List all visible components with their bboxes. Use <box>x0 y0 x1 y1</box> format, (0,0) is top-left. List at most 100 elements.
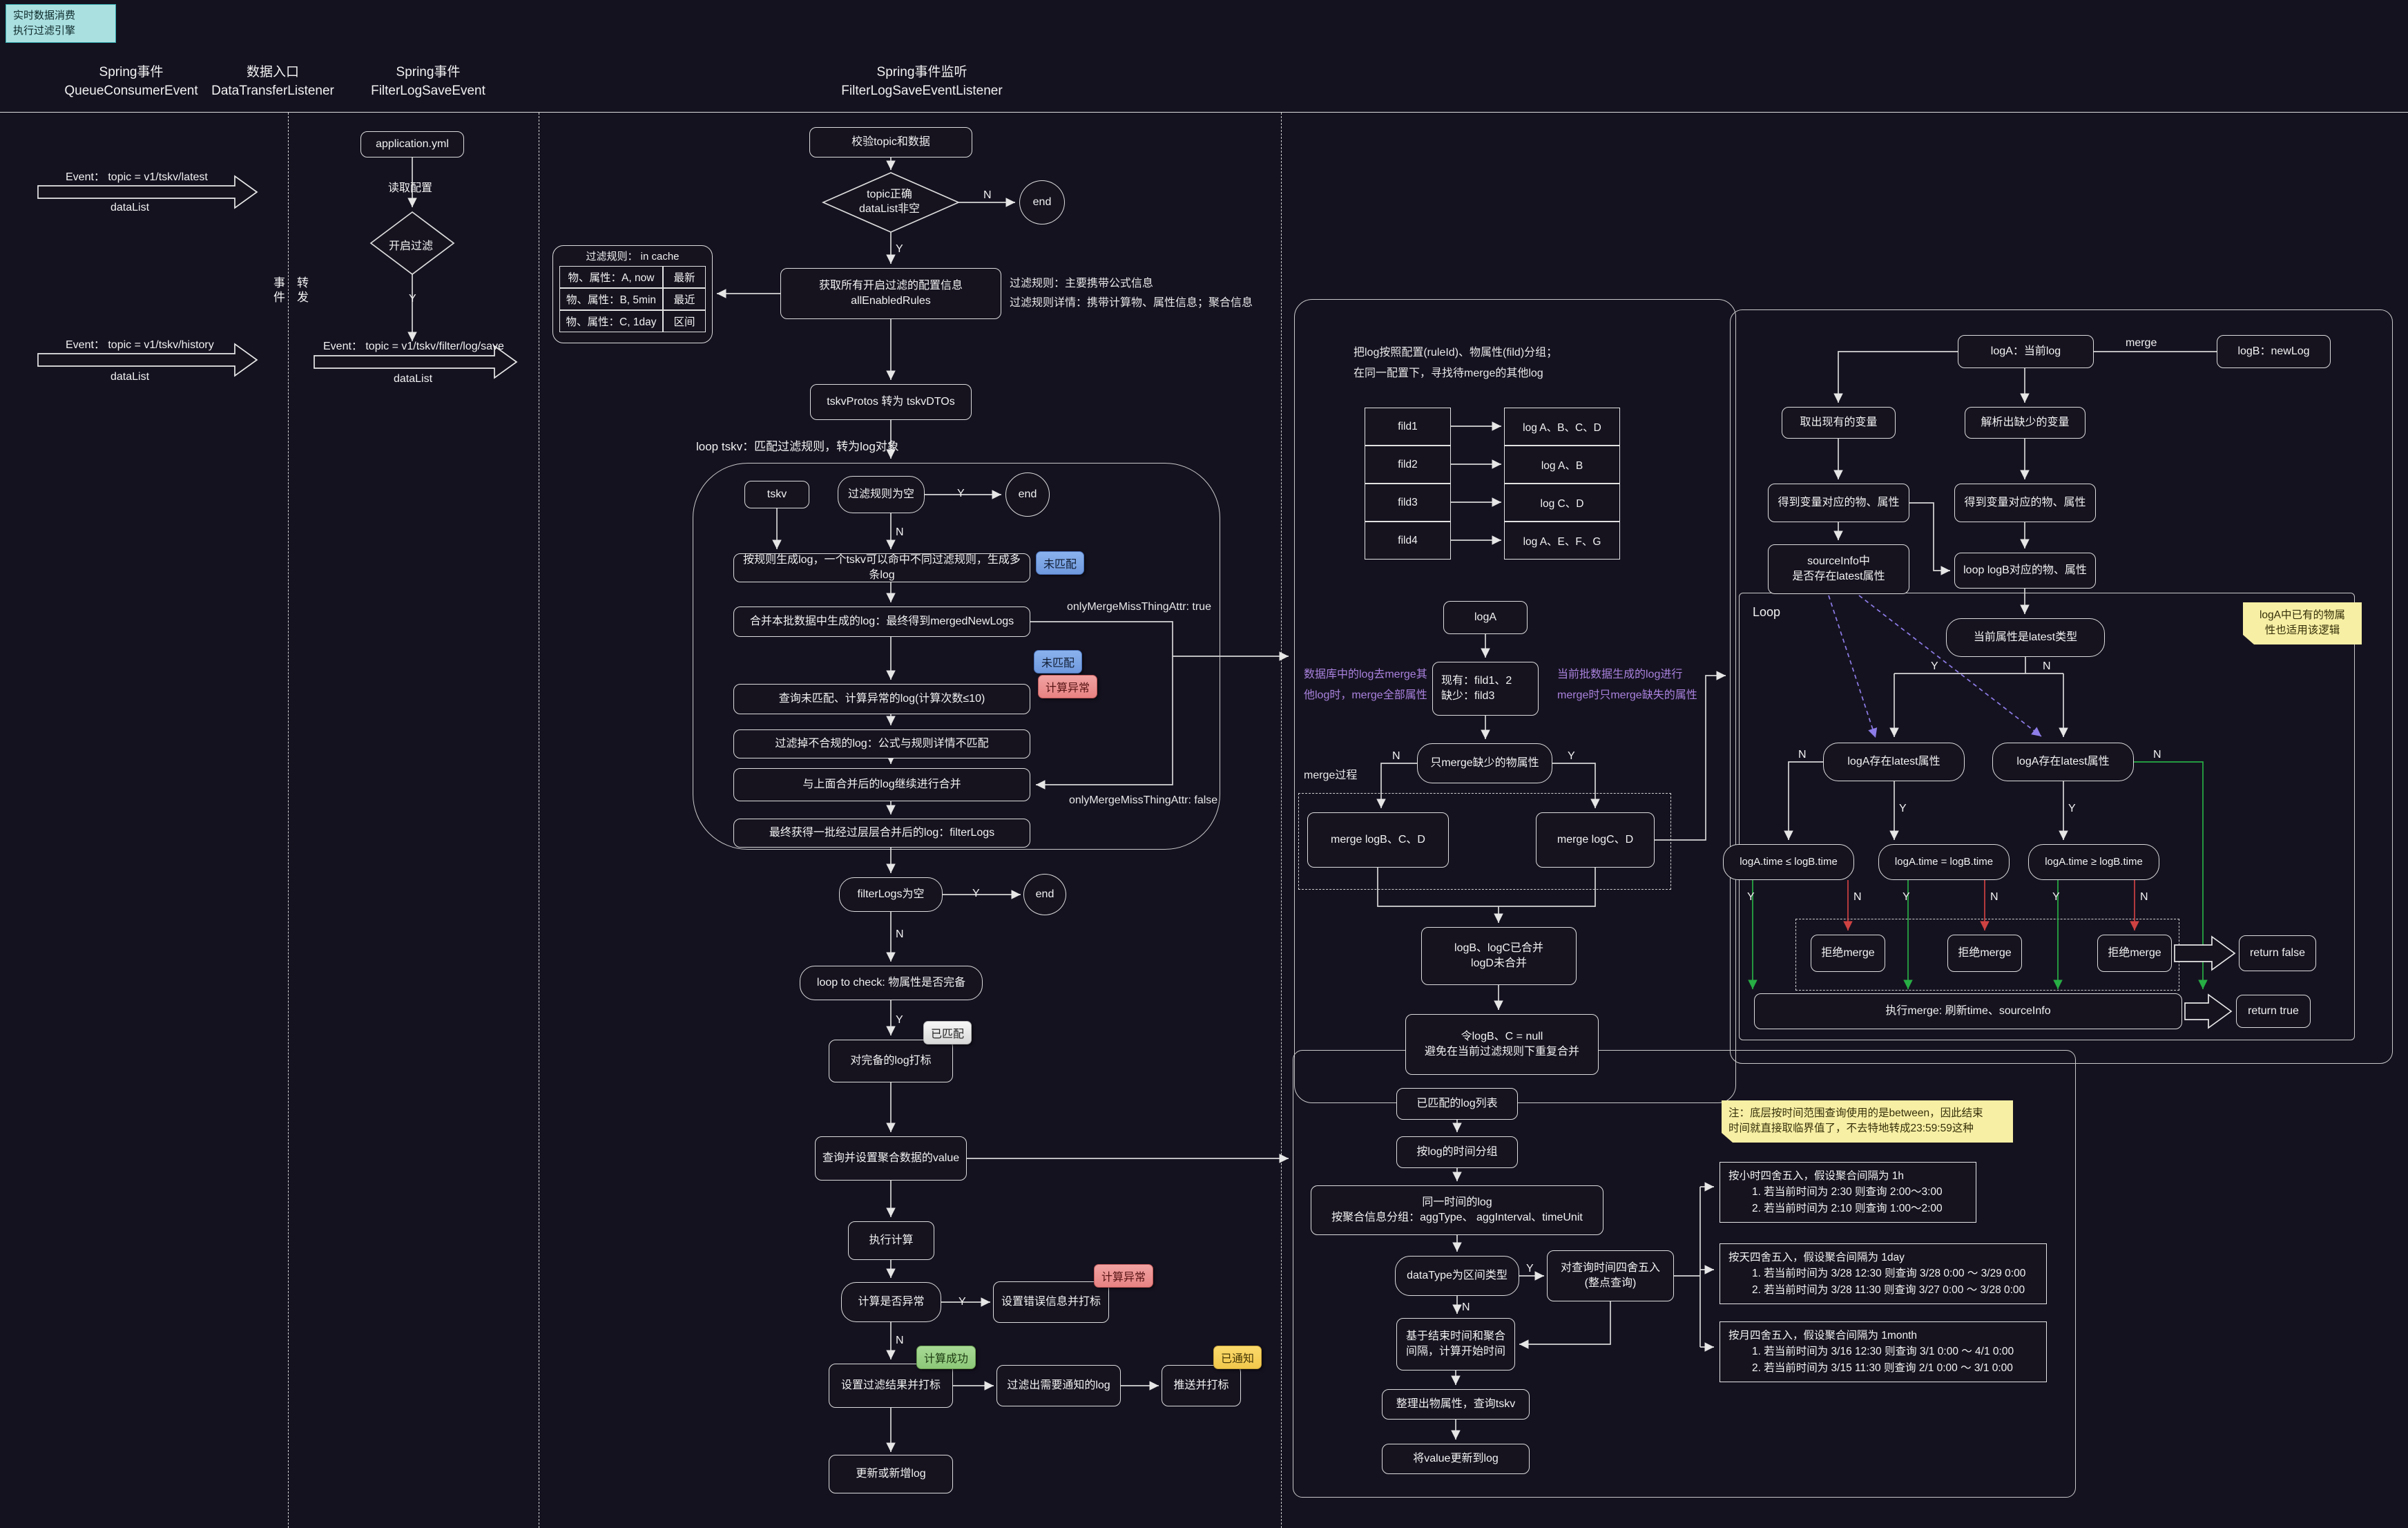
node-label: end <box>1036 887 1054 902</box>
cache-row-value: 最新 <box>663 266 706 288</box>
node-query-tskv: 整理出物属性，查询tskv <box>1382 1389 1530 1420</box>
node-label: loop logB对应的物、属性 <box>1963 563 2087 578</box>
node-line: allEnabledRules <box>851 294 931 309</box>
event-history-payload: dataList <box>110 371 149 383</box>
loop-merge-label: Loop <box>1753 605 1780 620</box>
node-update-value: 将value更新到log <box>1382 1444 1530 1474</box>
node-label: 查询并设置聚合数据的value <box>822 1151 959 1166</box>
only-merge-true-label: onlyMergeMissThingAttr: true <box>1067 601 1211 613</box>
divider-label-event: 事件 <box>269 276 287 305</box>
node-label: 执行计算 <box>869 1233 913 1248</box>
node-end-2: end <box>1005 472 1050 517</box>
node-label: 将value更新到log <box>1413 1451 1499 1467</box>
node-line: 获取所有开启过滤的配置信息 <box>819 278 963 294</box>
example-title: 按月四舍五入，假设聚合间隔为 1month <box>1728 1330 1917 1341</box>
node-label: filterLogs为空 <box>858 887 925 902</box>
fild-key: fild1 <box>1365 408 1451 446</box>
node-parse-missing-vars: 解析出缺少的变量 <box>1965 407 2086 439</box>
node-line: 是否存在latest属性 <box>1792 569 1885 584</box>
sticky-note-loga-logic: logA中已有的物属 性也适用该逻辑 <box>2243 602 2362 644</box>
node-label: 最终获得一批经过层层合并后的log：filterLogs <box>769 825 994 841</box>
node-got-attrs-left: 得到变量对应的物、属性 <box>1768 484 1909 522</box>
node-label: application.yml <box>376 137 449 152</box>
node-label: logA.time ≥ logB.time <box>2045 855 2143 869</box>
cache-row: 物、属性：A, now 最新 <box>559 266 706 288</box>
sticky-line: 性也适用该逻辑 <box>2250 623 2355 638</box>
node-label: merge logB、C、D <box>1331 832 1425 848</box>
filterlogs-empty-yes: Y <box>972 888 980 900</box>
time-ge-yes: Y <box>2052 891 2060 904</box>
rule-note-2: 过滤规则详情：携带计算物、属性信息；聚合信息 <box>1010 293 1253 309</box>
node-return-false: return false <box>2239 935 2316 971</box>
node-label: 推送并打标 <box>1173 1378 1229 1393</box>
example-title: 按小时四舍五入，假设聚合间隔为 1h <box>1728 1170 1904 1182</box>
node-line: 现有：fild1、2 <box>1441 674 1512 689</box>
node-group-by-agg: 同一时间的log 按聚合信息分组：aggType、 aggInterval、ti… <box>1311 1185 1603 1235</box>
sticky-line: logA中已有的物属 <box>2250 608 2355 623</box>
badge-calc-ok: 计算成功 <box>916 1346 976 1369</box>
event-latest-label: Event： topic = v1/tskv/latest <box>66 167 208 184</box>
engine-note-line2: 执行过滤引擎 <box>13 23 115 39</box>
fild-key: fild4 <box>1365 522 1451 560</box>
node-label: return true <box>2248 1004 2299 1019</box>
node-have-lack: 现有：fild1、2 缺少：fild3 <box>1432 662 1539 716</box>
sticky-line: 注：底层按时间范围查询使用的是between，因此结束 <box>1728 1106 2006 1121</box>
node-label: logA <box>1474 610 1496 625</box>
only-merge-false-label: onlyMergeMissThingAttr: false <box>1069 794 1217 807</box>
empty-rule-yes: Y <box>957 488 965 500</box>
cur-latest-yes: Y <box>1931 660 1938 673</box>
node-label: tskv <box>767 487 787 502</box>
node-execute-calc: 执行计算 <box>848 1221 934 1260</box>
filterlogs-empty-no: N <box>896 928 904 941</box>
note-db-merge-1: 数据库中的log去merge其 <box>1304 665 1427 681</box>
badge-notified: 已通知 <box>1213 1346 1262 1369</box>
node-application-yml: application.yml <box>360 131 464 157</box>
node-label: 拒绝merge <box>2108 946 2161 961</box>
node-line: (整点查询) <box>1585 1276 1637 1291</box>
node-set-error: 设置错误信息并打标 <box>993 1281 1109 1323</box>
decision-line: topic正确 <box>859 188 920 202</box>
header-line: FilterLogSaveEventListener <box>841 82 1002 101</box>
note-db-merge-2: 他log时，merge全部属性 <box>1304 685 1427 702</box>
cache-row-key: 物、属性：A, now <box>559 266 663 288</box>
enable-filter-yes: Y <box>409 293 416 305</box>
decision-empty-rule: 过滤规则为空 <box>838 476 925 513</box>
node-final-filterlogs: 最终获得一批经过层层合并后的log：filterLogs <box>733 819 1030 848</box>
cache-row: 物、属性：B, 5min 最近 <box>559 288 706 310</box>
node-do-merge: 执行merge: 刷新time、sourceInfo <box>1754 993 2182 1029</box>
node-label: tskvProtos 转为 tskvDTOs <box>827 394 955 410</box>
badge-calc-exception-1: 计算异常 <box>1038 675 1097 698</box>
node-fetch-enabled-rules: 获取所有开启过滤的配置信息 allEnabledRules <box>780 268 1001 319</box>
node-label: 已匹配的log列表 <box>1416 1096 1497 1111</box>
node-label: logA存在latest属性 <box>2016 754 2109 770</box>
node-line: sourceInfo中 <box>1807 554 1870 569</box>
node-end-1: end <box>1019 180 1065 225</box>
node-label: 计算是否异常 <box>858 1295 924 1310</box>
node-group-by-time: 按log的时间分组 <box>1396 1136 1518 1168</box>
lane-header-filter-log-save-event: Spring事件 FilterLogSaveEvent <box>371 64 485 100</box>
node-label: 更新或新增log <box>856 1467 925 1482</box>
event-save-label: Event： topic = v1/tskv/filter/log/save <box>323 336 504 353</box>
node-merge-batch: 合并本批数据中生成的log：最终得到mergedNewLogs <box>733 607 1030 637</box>
topic-valid-yes: Y <box>896 243 903 256</box>
decision-loga-has-latest-left: logA存在latest属性 <box>1823 743 1965 781</box>
node-round-query-time: 对查询时间四舍五入 (整点查询) <box>1547 1250 1674 1301</box>
example-line: 1. 若当前时间为 3/28 12:30 则查询 3/28 0:00 ～ 3/2… <box>1728 1266 2038 1281</box>
decision-datatype-interval: dataType为区间类型 <box>1395 1256 1519 1296</box>
empty-rule-no: N <box>896 526 904 539</box>
decision-loga-has-latest-right: logA存在latest属性 <box>1992 743 2134 781</box>
decision-calc-error: 计算是否异常 <box>841 1282 941 1322</box>
merge-process-label: merge过程 <box>1304 765 1357 782</box>
node-label: 设置过滤结果并打标 <box>841 1378 941 1393</box>
lane-header-data-entry: 数据入口 DataTransferListener <box>211 64 334 100</box>
node-label: 按log的时间分组 <box>1416 1145 1497 1160</box>
node-tskv: tskv <box>744 481 809 508</box>
node-line: 按聚合信息分组：aggType、 aggInterval、timeUnit <box>1331 1210 1583 1225</box>
example-line: 2. 若当前时间为 2:10 则查询 1:00～2:00 <box>1728 1201 1967 1216</box>
badge-calc-exception-2: 计算异常 <box>1094 1264 1153 1288</box>
node-label: 执行merge: 刷新time、sourceInfo <box>1885 1004 2050 1019</box>
node-merged-state: logB、logC已合并 logD未合并 <box>1421 927 1577 985</box>
has-latest-right-no: N <box>2153 749 2161 761</box>
node-label: 设置错误信息并打标 <box>1001 1295 1101 1310</box>
node-label: 只merge缺少的物属性 <box>1430 756 1539 771</box>
